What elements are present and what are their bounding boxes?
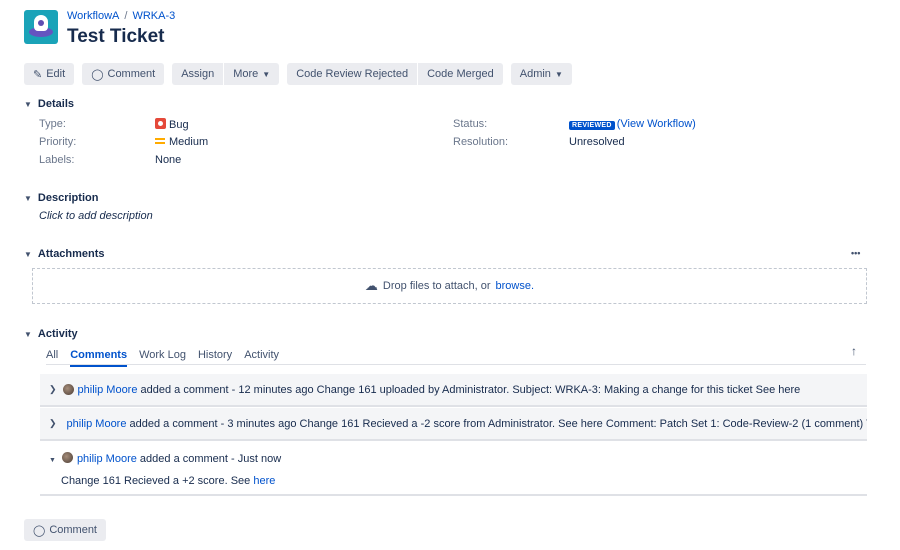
attachment-dropzone[interactable]: ☁ Drop files to attach, or browse. <box>32 268 867 304</box>
comment-icon: ◯ <box>33 524 46 537</box>
description-toggle[interactable]: ▼ Description <box>24 192 98 204</box>
admin-button[interactable]: Admin ▼ <box>510 63 572 85</box>
status-badge: REVIEWED <box>569 121 615 130</box>
assign-button[interactable]: Assign <box>172 63 224 85</box>
activity-heading: Activity <box>37 328 78 340</box>
sort-arrow-up-icon[interactable]: ↑ <box>851 344 857 358</box>
avatar <box>61 452 73 463</box>
comment-summary: added a comment - 3 minutes ago Change 1… <box>129 417 867 430</box>
cloud-upload-icon: ☁ <box>364 278 378 293</box>
add-comment-button[interactable]: ◯ Comment <box>24 519 106 541</box>
page-title: Test Ticket <box>67 26 165 47</box>
comment-body-text: Change 161 Recieved a +2 score. See <box>61 475 251 487</box>
status-value: REVIEWED (View Workflow) <box>569 118 696 130</box>
details-toggle[interactable]: ▼ Details <box>24 98 74 110</box>
description-field[interactable]: Click to add description <box>39 210 153 222</box>
attachments-more-icon[interactable]: ••• <box>851 248 860 258</box>
comment-item-expanded: ▼ philip Moore added a comment - Just now… <box>40 442 867 496</box>
resolution-label: Resolution: <box>453 136 509 148</box>
comment-summary: added a comment - 12 minutes ago Change … <box>140 383 801 396</box>
chevron-down-icon: ▼ <box>24 329 32 339</box>
priority-medium-icon <box>155 138 165 144</box>
comment-summary: added a comment - Just now <box>139 453 282 465</box>
code-review-rejected-button[interactable]: Code Review Rejected <box>287 63 418 85</box>
project-avatar[interactable] <box>24 10 58 44</box>
admin-label: Admin <box>519 68 551 80</box>
chevron-down-icon: ▼ <box>554 69 563 79</box>
resolution-value: Unresolved <box>569 136 625 148</box>
edit-button[interactable]: ✎ Edit <box>24 63 75 85</box>
chevron-right-icon[interactable]: ❯ <box>49 418 57 429</box>
more-label: More <box>233 68 259 80</box>
chevron-down-icon: ▼ <box>24 249 32 259</box>
add-comment-label: Comment <box>49 524 97 536</box>
bug-icon <box>155 118 166 129</box>
comment-body: Change 161 Recieved a +2 score. See here <box>61 475 275 487</box>
comment-button[interactable]: ◯ Comment <box>82 63 165 85</box>
drop-text: Drop files to attach, or <box>382 280 491 292</box>
comment-author[interactable]: philip Moore <box>77 453 137 465</box>
more-button[interactable]: More ▼ <box>224 63 280 85</box>
chevron-down-icon[interactable]: ▼ <box>49 457 56 464</box>
type-label: Type: <box>39 118 66 130</box>
comment-here-link[interactable]: here <box>253 475 275 487</box>
breadcrumb-project[interactable]: WorkflowA <box>67 10 119 22</box>
toolbar: ✎ Edit ◯ Comment Assign More ▼ Code Review R… <box>24 63 572 85</box>
priority-text: Medium <box>169 136 209 148</box>
description-heading: Description <box>37 192 99 204</box>
labels-value: None <box>155 154 182 166</box>
pencil-icon: ✎ <box>33 68 43 81</box>
comment-item[interactable]: ❯ philip Moore added a comment - 12 minut… <box>40 374 867 407</box>
browse-link[interactable]: browse. <box>496 280 535 292</box>
chevron-down-icon: ▼ <box>262 69 271 79</box>
breadcrumb-issue-key[interactable]: WRKA-3 <box>132 10 175 22</box>
comment-icon: ◯ <box>91 68 104 81</box>
comment-author[interactable]: philip Moore <box>67 418 127 430</box>
breadcrumb: WorkflowA / WRKA-3 <box>67 10 176 22</box>
type-value: Bug <box>155 118 189 131</box>
activity-toggle[interactable]: ▼ Activity <box>24 328 78 340</box>
view-workflow-link[interactable]: (View Workflow) <box>617 118 696 130</box>
chevron-right-icon[interactable]: ❯ <box>49 384 57 395</box>
comment-item[interactable]: ❯ philip Moore added a comment - 3 minute… <box>40 408 867 441</box>
chevron-down-icon: ▼ <box>24 99 32 109</box>
priority-label: Priority: <box>39 136 77 148</box>
priority-value: Medium <box>155 136 208 148</box>
status-label: Status: <box>453 118 488 130</box>
comment-author[interactable]: philip Moore <box>78 384 138 396</box>
attachments-heading: Attachments <box>37 248 105 260</box>
tabs-divider <box>46 364 866 365</box>
avatar <box>62 384 74 395</box>
chevron-down-icon: ▼ <box>24 193 32 203</box>
labels-label: Labels: <box>39 154 75 166</box>
edit-label: Edit <box>46 68 66 80</box>
type-text: Bug <box>169 119 189 131</box>
code-merged-button[interactable]: Code Merged <box>418 63 503 85</box>
comment-label: Comment <box>107 68 156 80</box>
attachments-toggle[interactable]: ▼ Attachments <box>24 248 105 260</box>
details-heading: Details <box>37 98 74 110</box>
